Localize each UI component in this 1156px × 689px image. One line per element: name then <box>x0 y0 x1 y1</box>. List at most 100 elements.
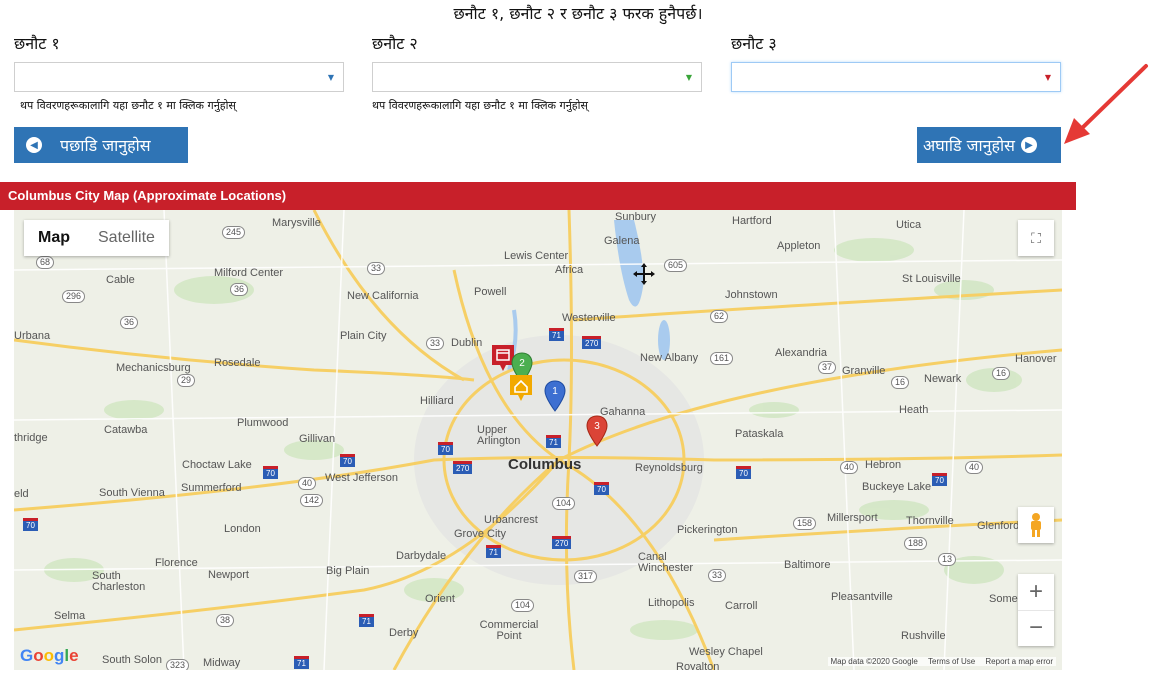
map-place: Glenford <box>977 520 1020 532</box>
map-place: Derby <box>389 627 419 639</box>
interstate-shield-icon: 70 <box>438 442 453 455</box>
route-shield-icon: 36 <box>230 283 249 296</box>
zoom-in-button[interactable]: + <box>1018 574 1054 611</box>
map-place: Dublin <box>451 337 483 349</box>
map-place: Plumwood <box>237 417 289 429</box>
back-button[interactable]: ◀ पछाडि जानुहोस <box>14 127 188 163</box>
choice-2-select[interactable]: ▼ <box>372 62 702 92</box>
terms-link[interactable]: Terms of Use <box>928 657 975 666</box>
route-shield-icon: 317 <box>574 570 598 583</box>
map-place: Alexandria <box>775 347 827 359</box>
next-button-label: अघाडि जानुहोस <box>923 136 1015 155</box>
chevron-down-icon: ▼ <box>1044 73 1051 82</box>
home-marker-icon[interactable] <box>508 373 534 403</box>
chevron-down-icon: ▼ <box>685 73 692 82</box>
map-place: Gillivan <box>299 433 336 445</box>
route-shield-icon: 33 <box>426 337 445 350</box>
map-place: Marysville <box>272 217 321 229</box>
route-shield-icon: 245 <box>222 226 246 239</box>
map-place: Millersport <box>827 512 878 524</box>
route-shield-icon: 605 <box>664 259 688 272</box>
route-shield-icon: 37 <box>818 361 837 374</box>
google-logo: Google <box>20 646 79 665</box>
report-error-link[interactable]: Report a map error <box>985 657 1053 666</box>
map-place: Africa <box>555 264 584 276</box>
map-place: Wesley Chapel <box>689 646 763 658</box>
choice-2-helper: थप विवरणहरूकालागि यहा छनौट १ मा क्लिक गर… <box>372 99 588 112</box>
map-place: New California <box>347 290 419 302</box>
map-type-satellite-button[interactable]: Satellite <box>84 220 169 256</box>
map-place: Baltimore <box>784 559 831 571</box>
map-place: Sunbury <box>615 211 656 223</box>
map-place: Mechanicsburg <box>116 362 191 374</box>
route-shield-icon: 161 <box>710 352 734 365</box>
zoom-controls: + − <box>1018 574 1054 646</box>
interstate-shield-icon: 71 <box>486 545 501 558</box>
route-shield-icon: 13 <box>938 553 957 566</box>
marker-1-label: 1 <box>552 386 558 397</box>
map-place: West Jefferson <box>325 472 398 484</box>
route-shield-icon: 16 <box>992 367 1011 380</box>
map-place: Pickerington <box>677 524 738 536</box>
interstate-shield-icon: 270 <box>453 461 473 474</box>
map-place: Hilliard <box>420 395 454 407</box>
choice-3-group: छनौट ३ ▼ <box>731 32 1061 98</box>
annotation-arrow-icon <box>1064 64 1148 144</box>
map-place: New Albany <box>640 352 699 364</box>
route-shield-icon: 36 <box>120 316 139 329</box>
map-place: Selma <box>54 610 86 622</box>
route-shield-icon: 188 <box>904 537 928 550</box>
map-place: South Charleston <box>92 570 146 593</box>
map-place: Appleton <box>777 240 821 252</box>
street-view-button[interactable] <box>1018 507 1054 543</box>
choice-1-select[interactable]: ▼ <box>14 62 344 92</box>
fullscreen-icon: ⛶ <box>1031 229 1041 246</box>
pegman-icon <box>1031 513 1041 537</box>
back-button-label: पछाडि जानुहोस <box>60 136 151 155</box>
route-shield-icon: 296 <box>62 290 86 303</box>
map-place: Grove City <box>454 528 506 540</box>
map-place: Milford Center <box>214 267 284 279</box>
route-shield-icon: 40 <box>298 477 317 490</box>
map-view[interactable]: Marysville Sunbury Hartford Utica Lewis … <box>14 210 1062 670</box>
map-place: Westerville <box>562 312 616 324</box>
marker-1-icon[interactable]: 1 <box>544 380 566 412</box>
interstate-shield-icon: 70 <box>340 454 355 467</box>
route-shield-icon: 29 <box>177 374 196 387</box>
map-place: Orient <box>425 593 455 605</box>
choice-2-label: छनौट २ <box>372 34 418 53</box>
interstate-shield-icon: 270 <box>582 336 602 349</box>
interstate-shield-icon: 70 <box>736 466 751 479</box>
choice-3-select[interactable]: ▼ <box>731 62 1061 92</box>
marker-3-icon[interactable]: 3 <box>586 415 608 447</box>
map-place: Carroll <box>725 600 758 612</box>
map-place: Lithopolis <box>648 597 695 609</box>
zoom-out-button[interactable]: − <box>1018 611 1054 647</box>
map-place: Catawba <box>104 424 148 436</box>
choice-3-label: छनौट ३ <box>731 34 777 53</box>
instruction-text: छनौट १, छनौट २ र छनौट ३ फरक हुनैपर्छ। <box>453 4 703 23</box>
map-place: Newark <box>924 373 962 385</box>
choice-1-label: छनौट १ <box>14 34 60 53</box>
map-type-switch: Map Satellite <box>24 220 169 256</box>
route-shield-icon: 104 <box>511 599 535 612</box>
map-type-map-button[interactable]: Map <box>24 220 84 256</box>
map-place: South Vienna <box>99 487 165 499</box>
fullscreen-button[interactable]: ⛶ <box>1018 220 1054 256</box>
choice-1-group: छनौट १ ▼ थप विवरणहरूकालागि यहा छनौट १ मा… <box>14 32 344 113</box>
route-shield-icon: 142 <box>300 494 324 507</box>
route-shield-icon: 323 <box>166 659 190 670</box>
map-place: Pataskala <box>735 428 784 440</box>
map-place: Johnstown <box>725 289 778 301</box>
map-place: Summerford <box>181 482 242 494</box>
interstate-shield-icon: 70 <box>263 466 278 479</box>
map-data-credit: Map data ©2020 Google <box>830 657 918 666</box>
next-button[interactable]: अघाडि जानुहोस ▶ <box>917 127 1061 163</box>
route-shield-icon: 62 <box>710 310 729 323</box>
map-place: Plain City <box>340 330 387 342</box>
map-place: Rosedale <box>214 357 261 369</box>
map-place: Newport <box>208 569 249 581</box>
map-place: Utica <box>896 219 922 231</box>
choice-1-helper: थप विवरणहरूकालागि यहा छनौट १ मा क्लिक गर… <box>20 99 236 112</box>
map-place: Darbydale <box>396 550 447 562</box>
